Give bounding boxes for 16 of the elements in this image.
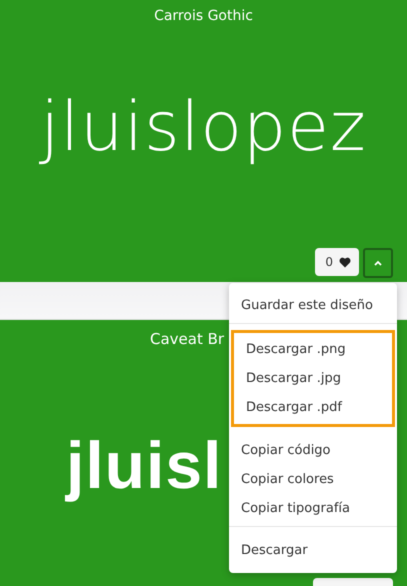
menu-item[interactable]: Descargar — [229, 536, 397, 565]
menu-item[interactable]: Copiar tipografía — [229, 494, 397, 523]
menu-item[interactable]: Descargar .png — [234, 335, 392, 364]
menu-item[interactable]: Copiar colores — [229, 465, 397, 494]
caret-up-icon — [373, 260, 383, 266]
font-sample: jluislopez — [38, 88, 368, 167]
menu-toggle-button[interactable] — [363, 248, 393, 278]
menu-item[interactable]: Descargar .pdf — [234, 393, 392, 422]
like-button[interactable]: 0 — [315, 248, 359, 276]
font-name: Caveat Br — [150, 329, 224, 350]
font-name: Carrois Gothic — [153, 7, 254, 26]
menu-item[interactable]: Descargar .jpg — [234, 364, 392, 393]
menu-item[interactable]: Guardar este diseño — [229, 291, 397, 320]
menu-item[interactable]: Copiar código — [229, 436, 397, 465]
heart-icon — [339, 256, 351, 268]
font-sample: jluisl — [64, 427, 224, 504]
